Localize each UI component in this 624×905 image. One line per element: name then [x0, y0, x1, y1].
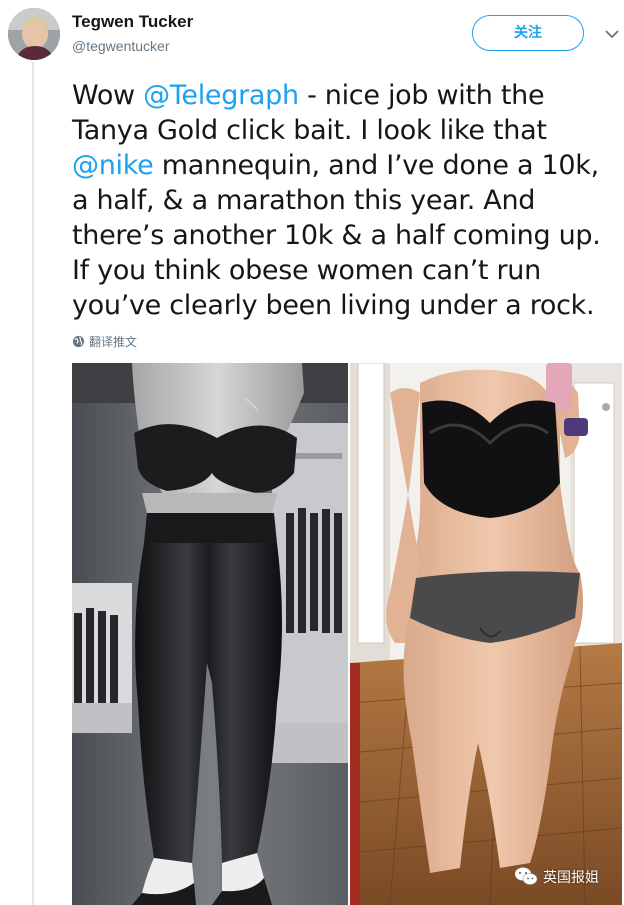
translate-label: 翻译推文 [89, 335, 138, 349]
follow-button[interactable]: 关注 [472, 15, 584, 51]
wechat-icon [515, 867, 538, 885]
watermark: 英国报姐 [514, 866, 599, 888]
globe-icon [72, 335, 85, 348]
author-handle[interactable]: @tegwentucker [72, 38, 169, 54]
thread-line [32, 62, 34, 905]
avatar[interactable] [8, 8, 60, 60]
mention-telegraph[interactable]: @Telegraph [143, 80, 299, 111]
author-name[interactable]: Tegwen Tucker [72, 12, 193, 32]
watermark-label: 英国报姐 [543, 870, 599, 886]
mention-nike[interactable]: @nike [72, 150, 154, 181]
translate-tweet-link[interactable]: 翻译推文 [72, 333, 137, 350]
mirror-selfie-photo[interactable] [350, 363, 622, 905]
chevron-down-icon[interactable] [604, 26, 620, 42]
mannequin-photo[interactable] [72, 363, 348, 905]
tweet-text-part: Wow [72, 80, 144, 111]
tweet-text: Wow @Telegraph - nice job with the Tanya… [72, 78, 620, 323]
